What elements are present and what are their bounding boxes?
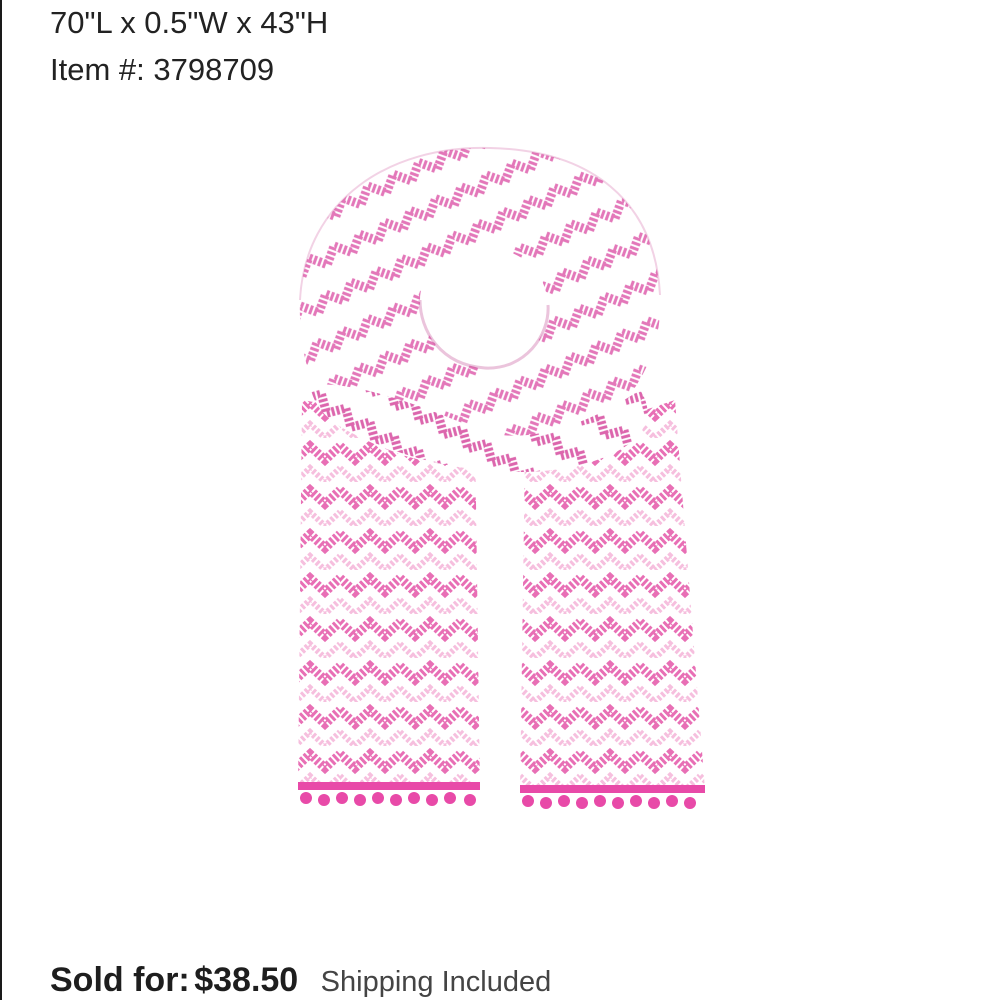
product-dimensions: 70"L x 0.5"W x 43"H xyxy=(50,5,329,40)
item-number: Item #: 3798709 xyxy=(50,52,275,87)
product-image-scarf[interactable] xyxy=(280,130,730,830)
left-edge-divider xyxy=(0,0,2,1000)
shipping-note: Shipping Included xyxy=(320,966,552,998)
sold-label: Sold for: xyxy=(50,961,190,999)
sold-price-row: Sold for: $38.50 Shipping Included xyxy=(50,955,551,1000)
sold-price: $38.50 xyxy=(194,961,299,999)
scarf-fringe-right xyxy=(520,785,705,809)
scarf-fringe-left xyxy=(298,782,480,806)
